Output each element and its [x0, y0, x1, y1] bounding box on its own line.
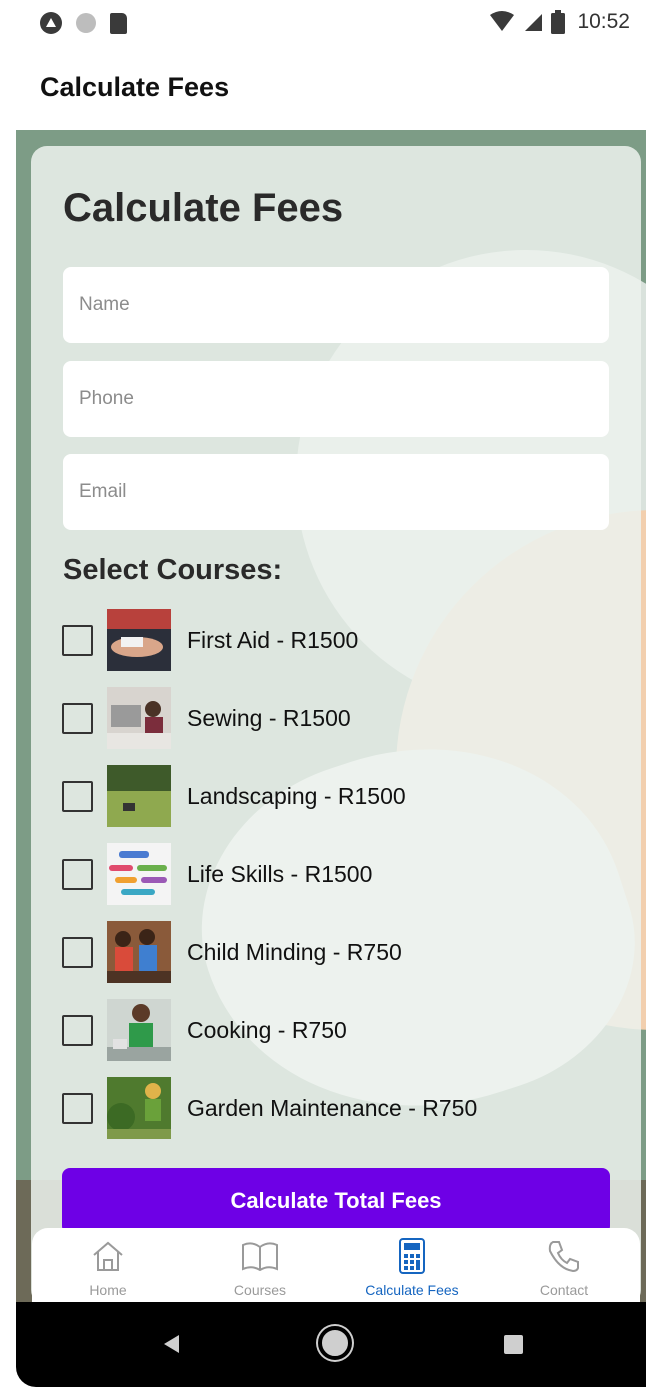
- cellular-signal-icon: [525, 14, 543, 31]
- course-label: Garden Maintenance - R750: [187, 1094, 478, 1121]
- app-bar-title: Calculate Fees: [40, 72, 230, 102]
- form-heading: Calculate Fees: [63, 186, 344, 230]
- course-checkbox[interactable]: [62, 1014, 93, 1046]
- status-right-icons: 10:52: [489, 10, 630, 34]
- nav-label: Courses: [233, 1282, 287, 1298]
- course-label: Cooking - R750: [187, 1016, 347, 1043]
- calculator-icon: [392, 1236, 432, 1276]
- bottom-navigation: Home Courses Calculate Fees Contact: [32, 1228, 640, 1302]
- child-minding-thumbnail: [107, 921, 171, 983]
- status-left-icons: [40, 12, 127, 34]
- system-navigation-bar: [16, 1302, 646, 1387]
- calculate-total-button[interactable]: Calculate Total Fees: [62, 1168, 610, 1234]
- course-row-first-aid[interactable]: First Aid - R1500: [62, 608, 602, 672]
- fee-form-card: Calculate Fees Select Courses: First Aid…: [31, 146, 641, 1306]
- course-checkbox[interactable]: [62, 780, 93, 812]
- course-row-life-skills[interactable]: Life Skills - R1500: [62, 842, 602, 906]
- course-checkbox[interactable]: [62, 858, 93, 890]
- wifi-icon: [490, 11, 515, 31]
- nav-label: Calculate Fees: [365, 1282, 459, 1298]
- phone-icon: [544, 1236, 584, 1276]
- home-circle-icon[interactable]: [318, 1326, 352, 1360]
- course-row-sewing[interactable]: Sewing - R1500: [62, 686, 602, 750]
- recent-apps-icon[interactable]: [504, 1335, 523, 1354]
- first-aid-thumbnail: [107, 609, 171, 671]
- course-label: Child Minding - R750: [187, 938, 402, 965]
- status-time: 10:52: [577, 10, 630, 33]
- email-input[interactable]: [63, 454, 609, 530]
- status-bar: 10:52: [0, 0, 646, 52]
- battery-icon: [551, 10, 566, 34]
- name-input[interactable]: [63, 267, 609, 343]
- course-checkbox[interactable]: [62, 702, 93, 734]
- course-checkbox[interactable]: [62, 624, 93, 656]
- app-a-icon: [40, 12, 62, 34]
- cooking-thumbnail: [107, 999, 171, 1061]
- circle-dot-icon: [76, 13, 96, 33]
- sewing-thumbnail: [107, 687, 171, 749]
- nav-label: Home: [89, 1282, 127, 1298]
- course-row-child-minding[interactable]: Child Minding - R750: [62, 920, 602, 984]
- life-skills-thumbnail: [107, 843, 171, 905]
- nav-label: Contact: [539, 1282, 589, 1298]
- course-row-cooking[interactable]: Cooking - R750: [62, 998, 602, 1062]
- phone-screen: 10:52 Calculate Fees Calculate Fees Sele…: [0, 0, 646, 1387]
- nav-item-home[interactable]: Home: [32, 1228, 184, 1302]
- course-label: Landscaping - R1500: [187, 782, 406, 809]
- phone-input[interactable]: [63, 361, 609, 437]
- garden-maintenance-thumbnail: [107, 1077, 171, 1139]
- sd-card-icon: [110, 12, 127, 34]
- nav-item-courses[interactable]: Courses: [184, 1228, 336, 1302]
- nav-item-contact[interactable]: Contact: [488, 1228, 640, 1302]
- course-row-landscaping[interactable]: Landscaping - R1500: [62, 764, 602, 828]
- book-icon: [240, 1236, 280, 1276]
- home-icon: [88, 1236, 128, 1276]
- course-checkbox[interactable]: [62, 936, 93, 968]
- course-label: Sewing - R1500: [187, 704, 351, 731]
- course-label: Life Skills - R1500: [187, 860, 373, 887]
- course-checkbox[interactable]: [62, 1092, 93, 1124]
- select-courses-label: Select Courses:: [63, 554, 283, 586]
- landscaping-thumbnail: [107, 765, 171, 827]
- back-icon[interactable]: [164, 1335, 179, 1353]
- course-label: First Aid - R1500: [187, 626, 359, 653]
- nav-item-calculate-fees[interactable]: Calculate Fees: [336, 1228, 488, 1302]
- course-row-garden-maintenance[interactable]: Garden Maintenance - R750: [62, 1076, 602, 1140]
